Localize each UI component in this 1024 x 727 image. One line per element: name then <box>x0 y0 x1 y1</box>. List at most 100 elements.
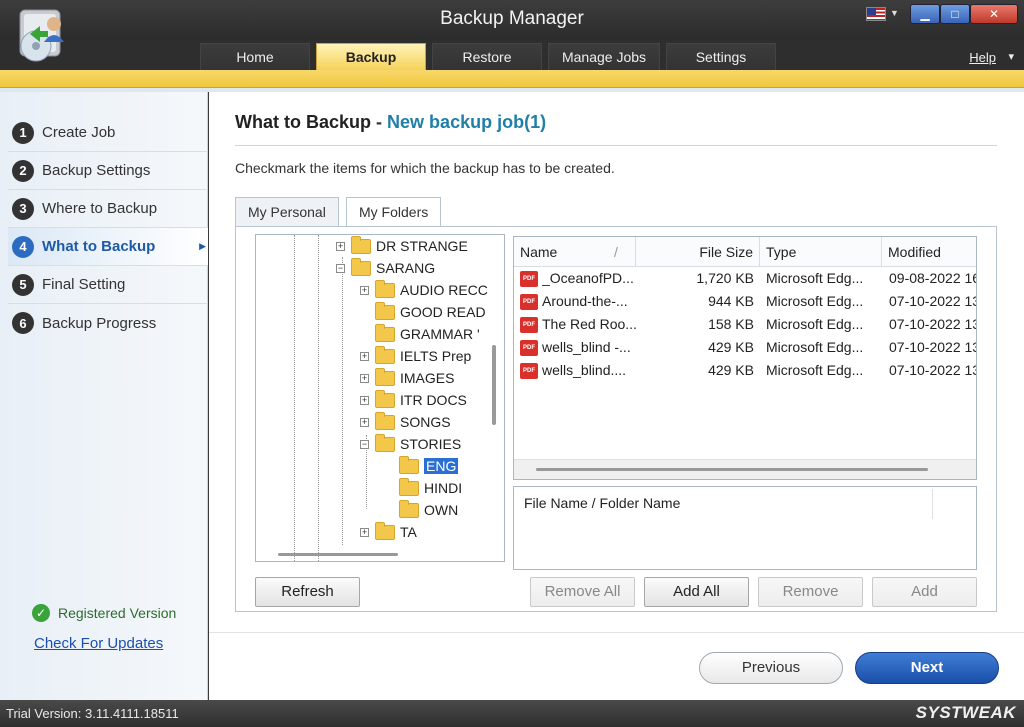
file-name: The Red Roo... <box>542 316 636 332</box>
tree-item[interactable]: + IMAGES <box>360 367 454 389</box>
expand-icon[interactable]: + <box>360 527 369 537</box>
tree-item-label: GOOD READ <box>400 304 486 320</box>
folder-icon <box>375 389 395 408</box>
registered-status: ✓ Registered Version <box>32 604 176 622</box>
check-updates-link[interactable]: Check For Updates <box>34 635 163 652</box>
step-number: 6 <box>12 312 34 334</box>
footer-divider <box>209 632 1024 633</box>
expand-icon[interactable]: + <box>360 417 369 427</box>
folder-icon <box>375 345 395 364</box>
file-size: 429 KB <box>708 339 754 355</box>
tree-item[interactable]: HINDI <box>399 477 462 499</box>
help-link[interactable]: Help <box>969 50 996 65</box>
collapse-icon[interactable]: − <box>360 439 369 449</box>
remove-all-button[interactable]: Remove All <box>530 577 635 607</box>
tree-item[interactable]: + AUDIO RECC <box>360 279 488 301</box>
remove-button[interactable]: Remove <box>758 577 863 607</box>
step-backup-settings[interactable]: 2 Backup Settings <box>8 152 208 190</box>
expand-icon[interactable]: + <box>360 351 369 361</box>
step-number: 3 <box>12 197 34 220</box>
horizontal-scrollbar[interactable] <box>278 553 398 556</box>
tab-backup[interactable]: Backup <box>316 43 426 70</box>
tree-item[interactable]: OWN <box>399 499 458 521</box>
brand-logo: SYSTWEAK <box>915 703 1016 722</box>
file-list[interactable]: Name / File Size Type Modified PDF _Ocea… <box>513 236 977 480</box>
step-where-to-backup[interactable]: 3 Where to Backup <box>8 190 208 228</box>
tab-manage-jobs[interactable]: Manage Jobs <box>548 43 660 70</box>
tree-item[interactable]: + DR STRANGE <box>336 235 468 257</box>
expand-icon[interactable]: + <box>336 241 345 251</box>
tree-item[interactable]: + TA <box>360 521 417 543</box>
accent-bar <box>0 70 1024 88</box>
tree-item-label: TA <box>400 524 417 540</box>
file-size: 944 KB <box>708 293 754 309</box>
tab-my-folders[interactable]: My Folders <box>346 197 442 229</box>
file-row[interactable]: PDF The Red Roo... 158 KB Microsoft Edg.… <box>514 313 976 336</box>
folder-tree[interactable]: + DR STRANGE − SARANG + AUDIO RECC GOOD … <box>255 234 505 562</box>
expand-icon[interactable]: + <box>360 395 369 405</box>
expand-icon[interactable]: + <box>360 373 369 383</box>
tree-item-label: STORIES <box>400 436 462 452</box>
expand-icon[interactable]: + <box>360 285 369 295</box>
tree-item[interactable]: + SONGS <box>360 411 451 433</box>
language-flag-icon[interactable] <box>866 7 886 21</box>
tree-guide-line <box>342 257 343 545</box>
add-button[interactable]: Add <box>872 577 977 607</box>
step-final-setting[interactable]: 5 Final Setting <box>8 266 208 304</box>
step-what-to-backup[interactable]: 4 What to Backup ▶ <box>8 228 208 266</box>
column-modified[interactable]: Modified <box>882 237 976 267</box>
tree-guide-line <box>294 235 295 561</box>
language-dropdown-icon[interactable]: ▼ <box>890 8 899 18</box>
minimize-button[interactable]: ▁ <box>910 4 940 24</box>
tree-item[interactable]: − STORIES <box>360 433 461 455</box>
add-all-button[interactable]: Add All <box>644 577 749 607</box>
help-dropdown-icon[interactable]: ▾ <box>1008 50 1014 63</box>
tab-restore[interactable]: Restore <box>432 43 542 70</box>
step-create-job[interactable]: 1 Create Job <box>8 114 208 152</box>
horizontal-scrollbar[interactable] <box>536 468 928 471</box>
step-label: What to Backup <box>42 238 156 255</box>
file-modified: 09-08-2022 16 <box>889 270 977 286</box>
pdf-icon: PDF <box>520 294 538 310</box>
tree-item-selected[interactable]: ENG <box>399 455 459 477</box>
folders-panel: + DR STRANGE − SARANG + AUDIO RECC GOOD … <box>235 226 997 612</box>
file-size: 1,720 KB <box>696 270 754 286</box>
previous-button[interactable]: Previous <box>699 652 843 684</box>
file-row[interactable]: PDF wells_blind.... 429 KB Microsoft Edg… <box>514 359 976 382</box>
step-label: Where to Backup <box>42 200 158 217</box>
tab-settings[interactable]: Settings <box>666 43 776 70</box>
column-file-size[interactable]: File Size <box>636 237 760 267</box>
file-row[interactable]: PDF _OceanofPD... 1,720 KB Microsoft Edg… <box>514 267 977 290</box>
maximize-button[interactable]: □ <box>940 4 970 24</box>
tab-home[interactable]: Home <box>200 43 310 70</box>
check-circle-icon: ✓ <box>32 604 50 622</box>
file-list-header: Name / File Size Type Modified <box>514 237 976 267</box>
tree-item[interactable]: GRAMMAR ' <box>375 323 480 345</box>
vertical-scrollbar[interactable] <box>492 345 496 425</box>
tree-guide-line <box>318 235 319 561</box>
tree-item[interactable]: + IELTS Prep <box>360 345 471 367</box>
column-type[interactable]: Type <box>760 237 882 267</box>
tab-my-personal[interactable]: My Personal <box>235 197 339 227</box>
tree-item-label: IELTS Prep <box>400 348 472 364</box>
refresh-button[interactable]: Refresh <box>255 577 360 607</box>
close-button[interactable]: ✕ <box>970 4 1018 24</box>
file-type: Microsoft Edg... <box>766 362 864 378</box>
folder-icon <box>375 433 395 452</box>
tree-item[interactable]: − SARANG <box>336 257 435 279</box>
column-name[interactable]: Name / <box>514 237 636 267</box>
step-number: 5 <box>12 273 34 296</box>
main-tab-bar: Home Backup Restore Manage Jobs Settings… <box>0 40 1024 70</box>
collapse-icon[interactable]: − <box>336 263 345 273</box>
file-row[interactable]: PDF Around-the-... 944 KB Microsoft Edg.… <box>514 290 976 313</box>
tree-item[interactable]: GOOD READ <box>375 301 486 323</box>
tree-item[interactable]: + ITR DOCS <box>360 389 467 411</box>
step-backup-progress[interactable]: 6 Backup Progress <box>8 304 208 342</box>
tree-item-label: AUDIO RECC <box>400 282 488 298</box>
step-label: Backup Settings <box>42 162 151 179</box>
file-row[interactable]: PDF wells_blind -... 429 KB Microsoft Ed… <box>514 336 976 359</box>
next-button[interactable]: Next <box>855 652 999 684</box>
step-number: 1 <box>12 121 34 144</box>
sort-indicator: / <box>614 244 618 260</box>
selected-items-box[interactable]: File Name / Folder Name <box>513 486 977 570</box>
